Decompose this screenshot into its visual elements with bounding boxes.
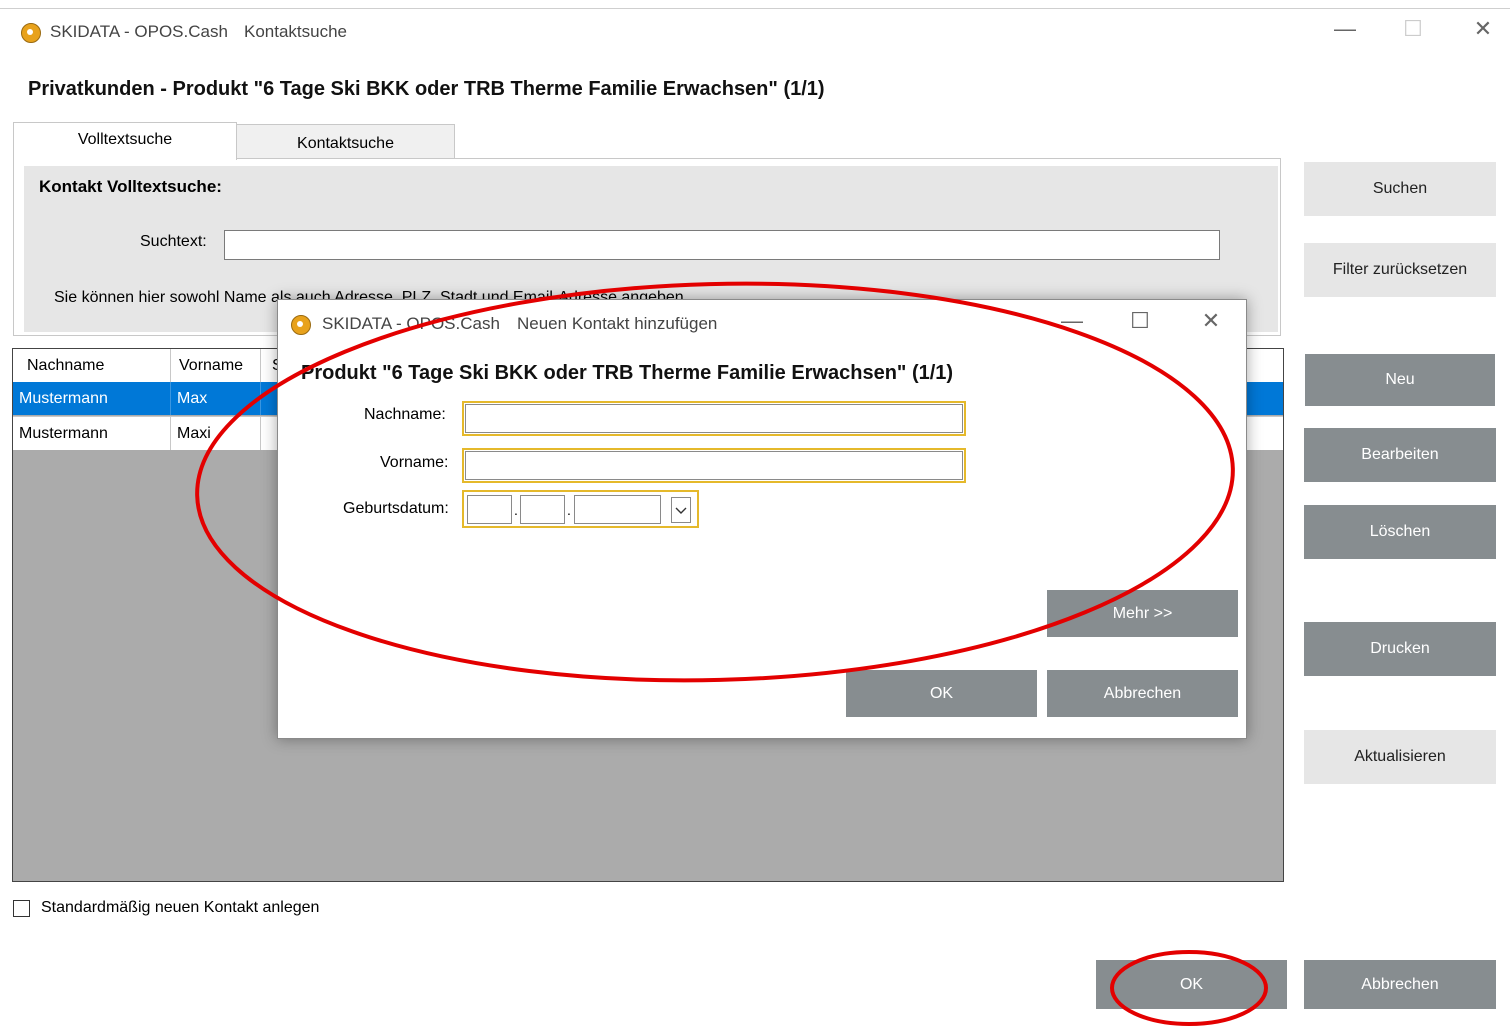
date-separator: .: [567, 502, 571, 518]
tab-volltextsuche[interactable]: Volltextsuche: [13, 122, 237, 160]
birth-month-input[interactable]: [520, 495, 565, 524]
skidata-app-icon: [21, 23, 41, 43]
drucken-button[interactable]: Drucken: [1304, 622, 1496, 676]
cell-vorname: Maxi: [171, 417, 261, 450]
cell-nachname: Mustermann: [13, 417, 171, 450]
suchtext-input[interactable]: [224, 230, 1220, 260]
aktualisieren-button[interactable]: Aktualisieren: [1304, 730, 1496, 784]
close-icon[interactable]: ✕: [1463, 16, 1503, 42]
dialog-maximize-icon[interactable]: ☐: [1120, 308, 1160, 334]
search-panel-title: Kontakt Volltextsuche:: [39, 177, 222, 196]
dialog-close-icon[interactable]: ✕: [1191, 308, 1231, 334]
top-edge-line: [0, 8, 1510, 9]
geburtsdatum-label: Geburtsdatum:: [343, 500, 449, 517]
filter-reset-button[interactable]: Filter zurücksetzen: [1304, 243, 1496, 297]
page-heading: Privatkunden - Produkt "6 Tage Ski BKK o…: [28, 78, 825, 100]
ok-button[interactable]: OK: [1096, 960, 1287, 1009]
suchtext-label: Suchtext:: [140, 233, 207, 250]
date-separator: .: [514, 502, 518, 518]
nachname-input[interactable]: [465, 404, 963, 433]
default-new-contact-checkbox[interactable]: [13, 900, 30, 917]
column-header-vorname[interactable]: Vorname: [171, 349, 261, 382]
default-new-contact-label: Standardmäßig neuen Kontakt anlegen: [41, 899, 320, 916]
mehr-button[interactable]: Mehr >>: [1047, 590, 1238, 637]
dialog-app-name: SKIDATA - OPOS.Cash: [322, 314, 500, 333]
birth-year-input[interactable]: [574, 495, 661, 524]
main-window-title: Kontaktsuche: [244, 22, 348, 41]
dialog-minimize-icon[interactable]: —: [1052, 308, 1092, 334]
vorname-label: Vorname:: [380, 454, 449, 471]
neu-button[interactable]: Neu: [1305, 354, 1495, 406]
vorname-input[interactable]: [465, 451, 963, 480]
cell-vorname: Max: [171, 382, 261, 415]
main-title-bar: SKIDATA - OPOS.Cash Kontaktsuche — ☐ ✕: [0, 14, 1510, 50]
chevron-down-icon[interactable]: [671, 497, 691, 523]
tab-kontaktsuche[interactable]: Kontaktsuche: [236, 124, 455, 160]
column-header-nachname[interactable]: Nachname: [13, 349, 171, 382]
loeschen-button[interactable]: Löschen: [1304, 505, 1496, 559]
geburtsdatum-field-frame: . .: [462, 490, 699, 528]
new-contact-dialog: SKIDATA - OPOS.Cash Neuen Kontakt hinzuf…: [277, 299, 1247, 739]
abbrechen-button[interactable]: Abbrechen: [1304, 960, 1496, 1009]
suchen-button[interactable]: Suchen: [1304, 162, 1496, 216]
dialog-ok-button[interactable]: OK: [846, 670, 1037, 717]
bearbeiten-button[interactable]: Bearbeiten: [1304, 428, 1496, 482]
main-app-name: SKIDATA - OPOS.Cash: [50, 22, 228, 41]
nachname-field-frame: [462, 401, 966, 436]
skidata-app-icon: [291, 315, 311, 335]
minimize-icon[interactable]: —: [1325, 16, 1365, 42]
dialog-heading: Produkt "6 Tage Ski BKK oder TRB Therme …: [301, 362, 954, 384]
vorname-field-frame: [462, 448, 966, 483]
maximize-icon[interactable]: ☐: [1393, 16, 1433, 42]
birth-day-input[interactable]: [467, 495, 512, 524]
dialog-window-title: Neuen Kontakt hinzufügen: [517, 314, 718, 333]
dialog-abbrechen-button[interactable]: Abbrechen: [1047, 670, 1238, 717]
cell-nachname: Mustermann: [13, 382, 171, 415]
nachname-label: Nachname:: [364, 406, 446, 423]
